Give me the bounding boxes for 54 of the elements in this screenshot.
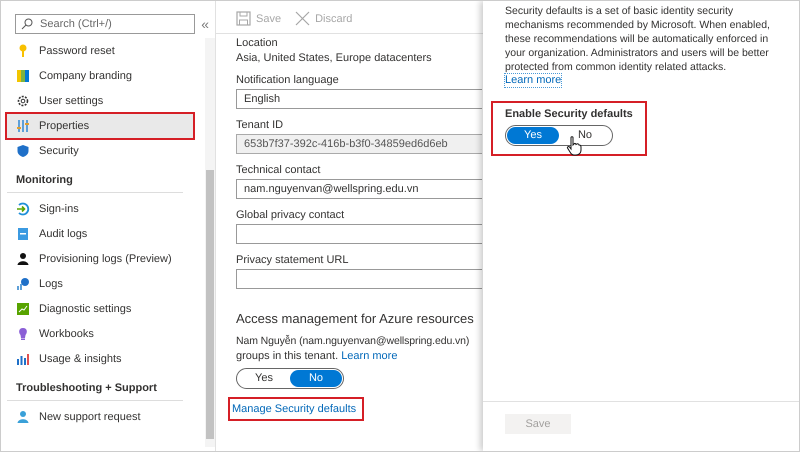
nav-item[interactable]: Diagnostic settings bbox=[7, 297, 193, 321]
nav-item[interactable]: Workbooks bbox=[7, 322, 193, 346]
cloud-chart-icon bbox=[16, 277, 30, 291]
learn-more-link[interactable]: Learn more bbox=[505, 74, 562, 87]
input-field[interactable] bbox=[236, 269, 482, 289]
collapse-button[interactable]: « bbox=[201, 17, 209, 31]
nav-item[interactable]: Audit logs bbox=[7, 222, 193, 246]
field-label: Global privacy contact bbox=[236, 209, 346, 221]
nav-item[interactable]: New support request bbox=[7, 405, 193, 429]
toggle-option[interactable]: No bbox=[559, 127, 611, 144]
sliders-icon bbox=[16, 119, 30, 133]
field-label: Location bbox=[236, 37, 279, 49]
input-field[interactable]: English bbox=[236, 89, 482, 109]
input-field[interactable]: nam.nguyenvan@wellspring.edu.vn bbox=[236, 179, 482, 199]
access-description: Nam Nguyễn (nam.nguyenvan@wellspring.edu.vn) bbox=[236, 334, 470, 349]
search-icon bbox=[21, 18, 33, 30]
toggle-option[interactable]: Yes bbox=[238, 370, 290, 387]
field-label: Notification language bbox=[236, 74, 340, 86]
person-icon bbox=[16, 252, 30, 266]
color-bars-icon bbox=[16, 69, 30, 83]
section-heading: Monitoring bbox=[7, 167, 183, 193]
bar-chart-icon bbox=[16, 352, 30, 366]
nav-item[interactable]: Provisioning logs (Preview) bbox=[7, 247, 193, 271]
field-label: Technical contact bbox=[236, 164, 322, 176]
nav-item[interactable]: Usage & insights bbox=[7, 347, 193, 371]
access-description: groups in this tenant. bbox=[236, 350, 338, 362]
nav-item[interactable]: Company branding bbox=[7, 64, 193, 88]
toggle-option[interactable]: No bbox=[290, 370, 342, 387]
toggle-option[interactable]: Yes bbox=[507, 127, 559, 144]
sign-in-icon bbox=[16, 202, 30, 216]
nav-item[interactable]: User settings bbox=[7, 89, 193, 113]
nav-item[interactable]: Logs bbox=[7, 272, 193, 296]
location-value: Asia, United States, Europe datacenters bbox=[236, 52, 433, 64]
learn-more-link[interactable]: Learn more bbox=[341, 350, 398, 362]
field-label: Tenant ID bbox=[236, 119, 284, 131]
section-heading: Troubleshooting + Support bbox=[7, 375, 183, 401]
nav-item[interactable]: Password reset bbox=[7, 39, 193, 63]
nav-item[interactable]: Sign-ins bbox=[7, 197, 193, 221]
close-icon bbox=[295, 11, 310, 26]
scrollbar[interactable] bbox=[205, 38, 215, 447]
setting-label: Enable Security defaults bbox=[505, 108, 633, 120]
search-field[interactable]: Search (Ctrl+/) bbox=[15, 14, 196, 34]
chart-square-icon bbox=[16, 302, 30, 316]
section-heading: Access management for Azure resources bbox=[236, 311, 475, 326]
shield-icon bbox=[16, 144, 30, 158]
support-person-icon bbox=[16, 410, 30, 424]
nav-item[interactable]: Properties bbox=[7, 114, 193, 138]
gear-icon bbox=[16, 94, 30, 108]
field-label: Privacy statement URL bbox=[236, 254, 350, 266]
toggle-switch[interactable]: Yes No bbox=[236, 368, 344, 389]
nav-item[interactable]: Security bbox=[7, 139, 193, 163]
panel-description: Security defaults is a set of basic identity security mechanisms recommended by Microsoft. When enabled, these recommendations will be automatically enforced in your organization. Administrators and users will be better protected from common identity related attacks. bbox=[505, 4, 771, 74]
log-book-icon bbox=[16, 227, 30, 241]
input-field[interactable] bbox=[236, 224, 482, 244]
